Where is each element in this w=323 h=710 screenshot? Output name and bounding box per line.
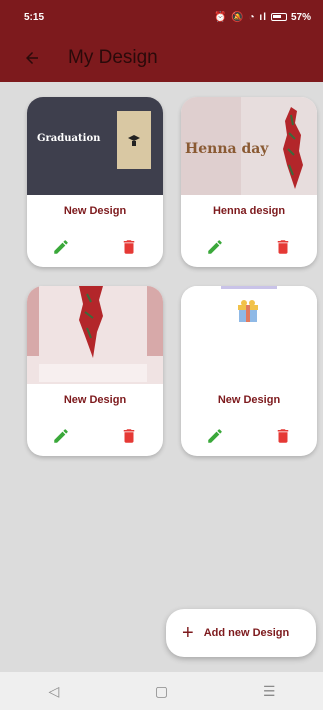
design-title: New Design [217,394,281,406]
thumbnail-band-right [147,286,163,356]
delete-button[interactable] [119,426,139,446]
pencil-icon [54,429,68,443]
design-card[interactable]: Henna day Henna design [181,97,317,267]
add-new-design-label: Add new Design [203,627,290,639]
battery-level: 57% [290,11,311,23]
edit-button[interactable] [205,237,225,257]
edit-button[interactable] [51,426,71,446]
design-thumbnail-henna[interactable]: Henna day [181,97,317,195]
design-card[interactable]: New Design [181,286,317,456]
status-icons: ⏰ 🔕 ◔ ıl [214,11,267,23]
status-time: 5:15 [24,11,45,23]
pencil-icon [208,240,222,254]
gift-icon [238,300,258,322]
battery-icon [270,13,287,21]
design-thumbnail-gift[interactable] [181,286,317,384]
design-thumbnail-map[interactable] [27,286,163,384]
delete-button[interactable] [119,237,139,257]
add-new-design-button[interactable]: + Add new Design [166,609,316,657]
design-card[interactable]: New Design [27,286,163,456]
status-bar: 5:15 ⏰ 🔕 ◔ ıl 57% [0,0,323,34]
trash-icon [123,429,135,443]
delete-button[interactable] [273,426,293,446]
plus-icon: + [182,622,194,644]
edit-button[interactable] [51,237,71,257]
design-card[interactable]: Graduation New Design [27,97,163,267]
trash-icon [277,429,289,443]
thumbnail-text: Graduation [37,133,101,144]
status-right: ⏰ 🔕 ◔ ıl 57% [214,12,311,23]
design-thumbnail-graduation[interactable]: Graduation [27,97,163,195]
graduate-icon [128,135,140,146]
home-nav-icon[interactable]: ▢ [136,683,186,700]
thumbnail-header-strip [221,286,277,289]
map-shape-icon [79,286,103,358]
design-title: Henna design [212,205,286,217]
delete-button[interactable] [273,237,293,257]
map-shape-icon [283,107,303,189]
thumbnail-text: Henna day [185,141,269,157]
page-title: My Design [68,47,158,68]
back-arrow-icon[interactable] [10,34,54,82]
system-nav-bar: ◁ ▢ ☰ [0,672,323,710]
design-title: New Design [63,205,127,217]
trash-icon [277,240,289,254]
graduation-frame [117,111,151,169]
app-bar: My Design [0,34,323,82]
thumbnail-caption-area [39,364,147,382]
pencil-icon [208,429,222,443]
trash-icon [123,240,135,254]
back-nav-icon[interactable]: ◁ [29,683,79,700]
design-title: New Design [63,394,127,406]
edit-button[interactable] [205,426,225,446]
recents-nav-icon[interactable]: ☰ [244,683,294,700]
thumbnail-band-left [27,286,39,356]
pencil-icon [54,240,68,254]
